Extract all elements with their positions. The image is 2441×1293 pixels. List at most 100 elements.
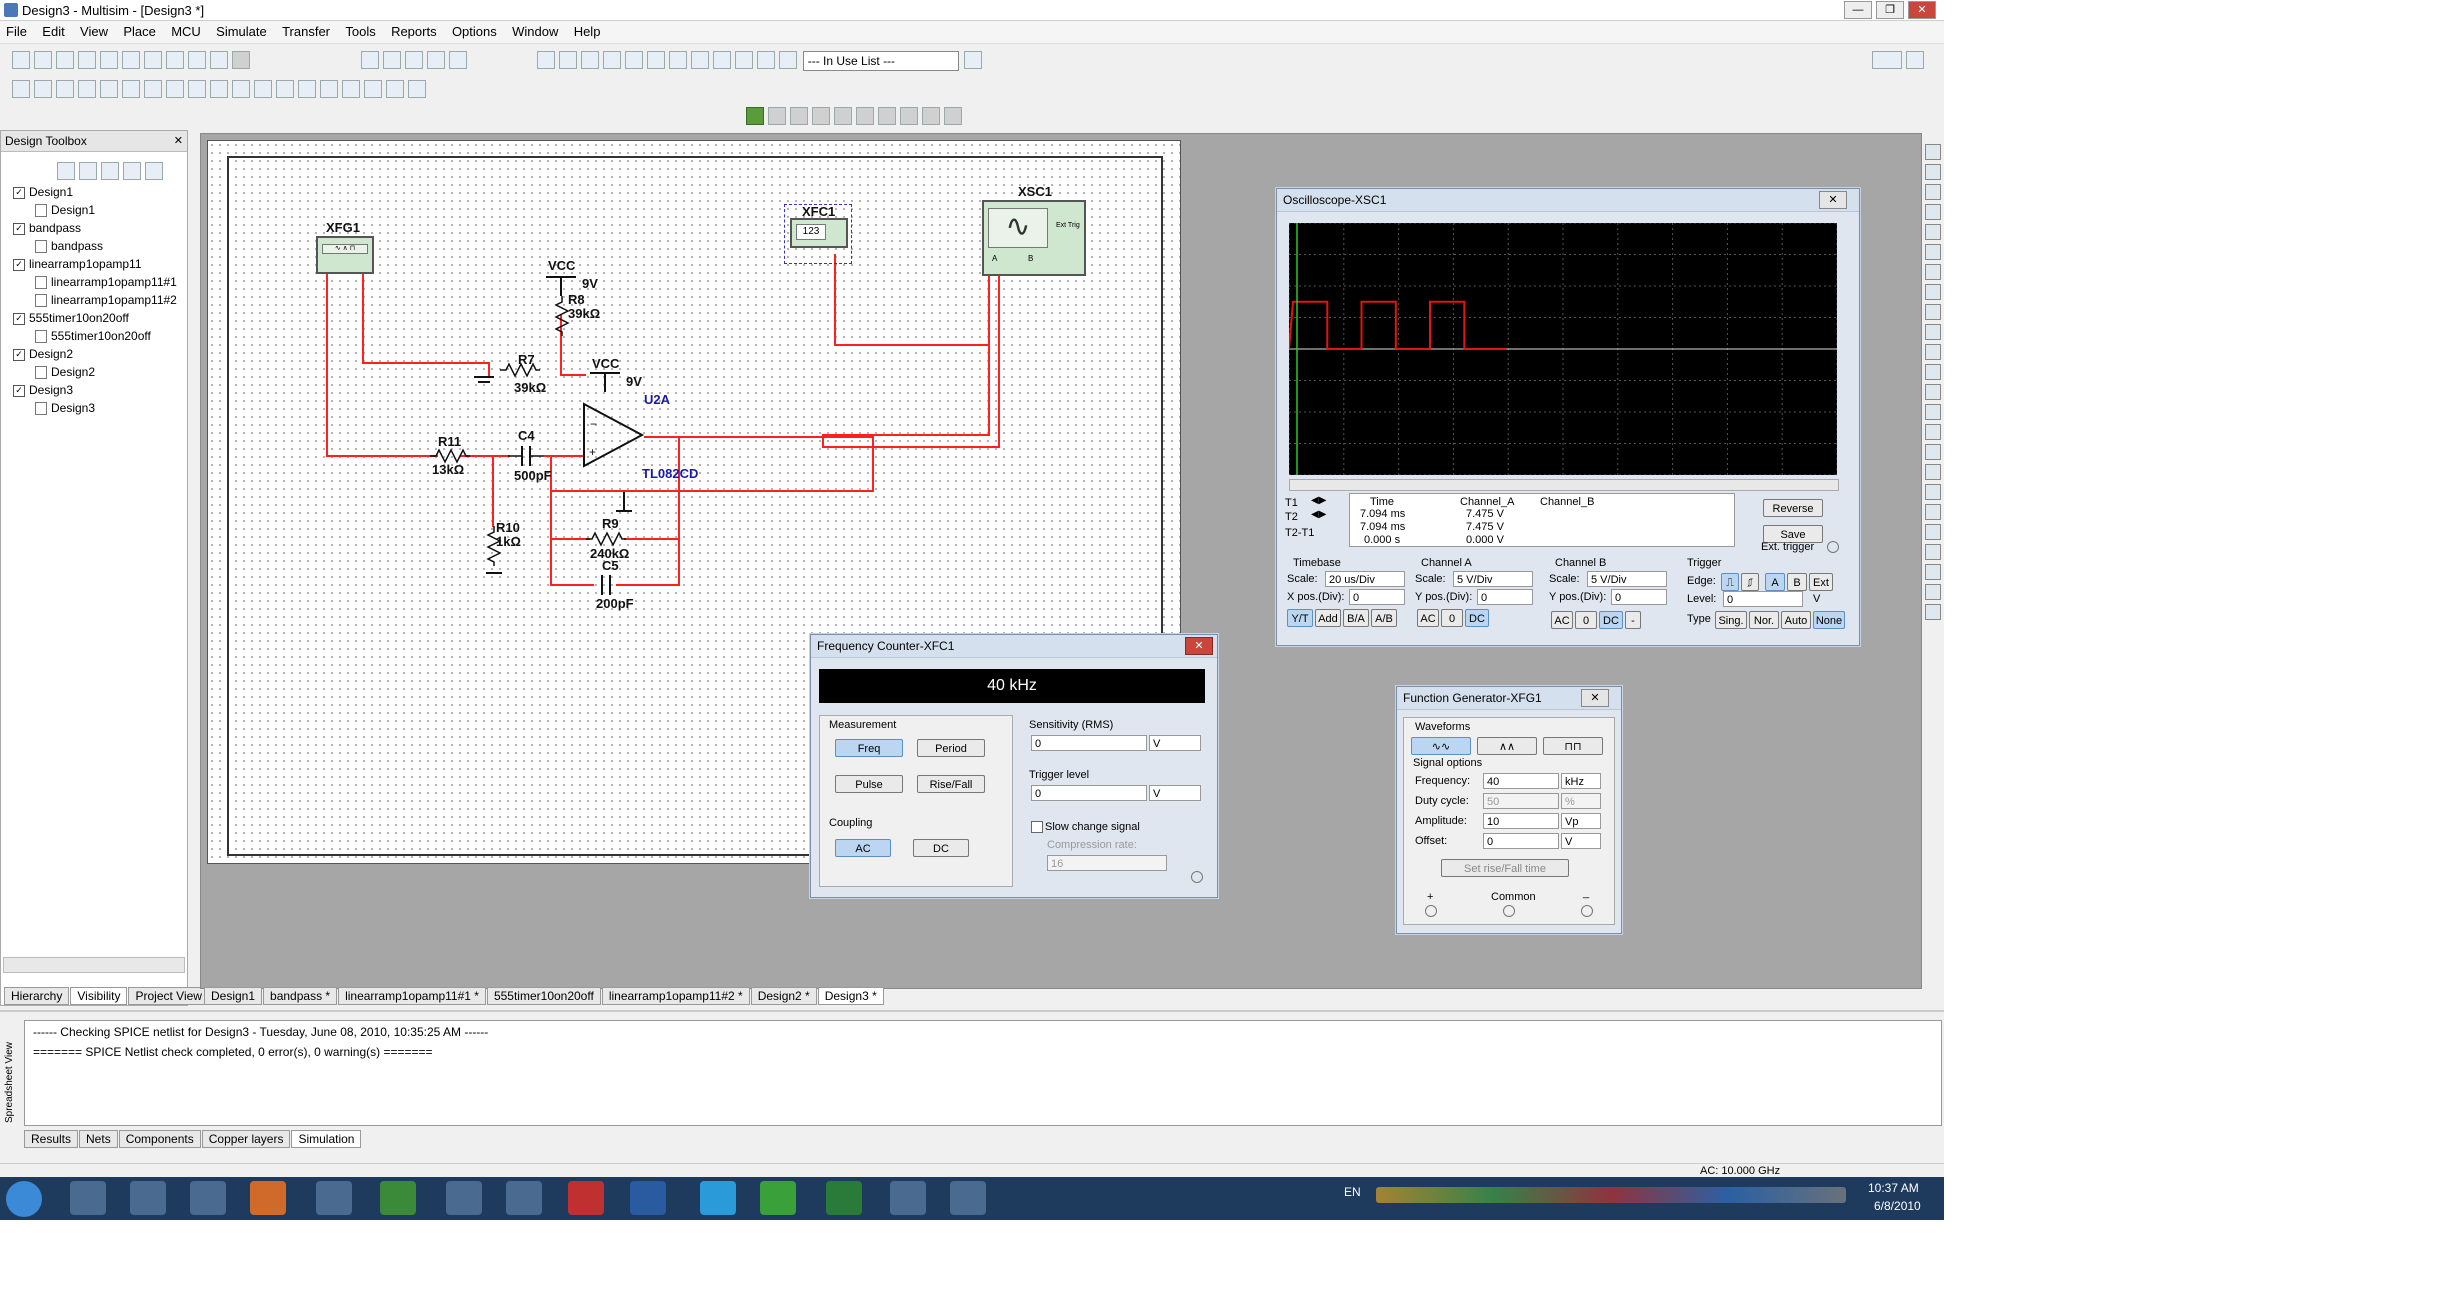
doc-tab-design2[interactable]: Design2 * [750, 987, 817, 1005]
zoom-in-icon[interactable] [382, 51, 401, 69]
rise-fall-button[interactable]: Rise/Fall [917, 775, 985, 793]
logic-converter-icon[interactable] [1925, 324, 1941, 340]
cmos-icon[interactable] [144, 80, 162, 98]
tree-item-linearramp[interactable]: ✓ linearramp1opamp11 [13, 257, 142, 271]
taskbar-acrobat-icon[interactable] [568, 1181, 604, 1215]
run-to-cursor-icon[interactable] [900, 107, 918, 125]
channel-a-ac-button[interactable]: AC [1417, 609, 1439, 627]
doc-tab-linearramp-1[interactable]: linearramp1opamp11#1 * [338, 987, 486, 1005]
frequency-unit[interactable]: kHz [1561, 773, 1601, 789]
taskbar-mail-icon[interactable] [130, 1181, 166, 1215]
taskbar-word-icon[interactable] [630, 1181, 666, 1215]
agilent-fg-icon[interactable] [1925, 424, 1941, 440]
common-terminal-icon[interactable] [1503, 905, 1515, 917]
mixed-icon[interactable] [210, 80, 228, 98]
channel-b-scale-field[interactable]: 5 V/Div [1587, 571, 1667, 587]
paste-icon[interactable] [188, 51, 206, 69]
ab-button[interactable]: A/B [1371, 609, 1397, 627]
wattmeter-icon[interactable] [1925, 184, 1941, 200]
electromechanical-icon[interactable] [320, 80, 338, 98]
menu-window[interactable]: Window [506, 21, 564, 42]
coupling-dc-button[interactable]: DC [913, 839, 969, 857]
yt-button[interactable]: Y/T [1287, 609, 1313, 627]
menu-view[interactable]: View [74, 21, 114, 42]
tree-item-design1[interactable]: ✓ Design1 [13, 185, 73, 199]
step-out-icon[interactable] [878, 107, 896, 125]
tree-item-bandpass[interactable]: ✓ bandpass [13, 221, 81, 235]
function-generator-icon[interactable] [1925, 164, 1941, 180]
bode-plotter-icon[interactable] [1925, 244, 1941, 260]
tab-visibility[interactable]: Visibility [70, 987, 128, 1005]
language-indicator[interactable]: EN [1344, 1185, 1361, 1199]
analog-icon[interactable] [100, 80, 118, 98]
transistor-icon[interactable] [78, 80, 96, 98]
reverse-button[interactable]: Reverse [1763, 499, 1823, 517]
probe-settings-icon[interactable] [1925, 604, 1941, 620]
new-design-icon[interactable] [57, 162, 75, 180]
t1-arrows-icon[interactable]: ◀▶ [1311, 495, 1326, 506]
grapher-icon[interactable] [559, 51, 578, 69]
coupling-ac-button[interactable]: AC [835, 839, 891, 857]
trigger-normal-button[interactable]: Nor. [1749, 611, 1779, 629]
triangle-wave-button[interactable]: ∧∧ [1477, 737, 1537, 755]
duty-cycle-field[interactable]: 50 [1483, 793, 1559, 809]
doc-tab-555timer[interactable]: 555timer10on20off [486, 987, 601, 1005]
menu-place[interactable]: Place [117, 21, 162, 42]
zoom-out-icon[interactable] [404, 51, 423, 69]
amplitude-field[interactable]: 10 [1483, 813, 1559, 829]
toggle-breakpoint-icon[interactable] [922, 107, 940, 125]
counter-terminal-icon[interactable] [1191, 871, 1203, 883]
tree-item-bandpass-sheet[interactable]: bandpass [35, 239, 103, 254]
close-button[interactable]: ✕ [1908, 1, 1936, 19]
menu-options[interactable]: Options [446, 21, 503, 42]
indicator-icon[interactable] [232, 80, 250, 98]
start-button-icon[interactable] [6, 1181, 42, 1217]
channel-a-ypos-field[interactable]: 0 [1477, 589, 1533, 605]
tree-item-design3-sheet[interactable]: Design3 [35, 401, 95, 416]
sine-wave-button[interactable]: ∿∿ [1411, 737, 1471, 755]
search-icon[interactable] [537, 51, 556, 69]
remove-breakpoints-icon[interactable] [944, 107, 962, 125]
taskbar-window-icon[interactable] [950, 1181, 986, 1215]
redo-icon[interactable] [232, 51, 250, 69]
trigger-ext-button[interactable]: Ext [1809, 573, 1833, 591]
menu-file[interactable]: File [0, 21, 33, 42]
taskbar-skype-icon[interactable] [700, 1181, 736, 1215]
taskbar-multisim-icon[interactable] [446, 1181, 482, 1215]
trigger-level-unit[interactable]: V [1149, 785, 1201, 801]
erc-icon[interactable] [691, 51, 710, 69]
network-analyzer-icon[interactable] [1925, 404, 1941, 420]
menu-reports[interactable]: Reports [385, 21, 443, 42]
in-use-list-dropdown[interactable]: --- In Use List --- [802, 51, 959, 71]
oscilloscope-icon[interactable] [1925, 204, 1941, 220]
doc-tab-design3[interactable]: Design3 * [817, 987, 884, 1005]
frequency-counter-icon[interactable] [1925, 264, 1941, 280]
function-generator-xfg1-icon[interactable]: ∿ ∧ ⊓ [316, 236, 374, 274]
channel-a-dc-button[interactable]: DC [1465, 609, 1489, 627]
agilent-mm-icon[interactable] [1925, 444, 1941, 460]
add-button[interactable]: Add [1315, 609, 1341, 627]
tree-item-linearramp-2[interactable]: linearramp1opamp11#2 [35, 293, 177, 308]
tree-item-linearramp-1[interactable]: linearramp1opamp11#1 [35, 275, 177, 290]
open-icon[interactable] [34, 51, 52, 69]
compression-select[interactable]: 16 [1047, 855, 1167, 871]
restore-button[interactable]: ❐ [1876, 1, 1904, 19]
taskbar-excel-icon[interactable] [826, 1181, 862, 1215]
minus-terminal-icon[interactable] [1581, 905, 1593, 917]
logic-analyzer-icon[interactable] [1925, 304, 1941, 320]
instruments-toggle-icon[interactable] [1872, 51, 1902, 69]
menu-transfer[interactable]: Transfer [276, 21, 336, 42]
print-preview-icon[interactable] [122, 51, 140, 69]
taskbar-firefox-icon[interactable] [250, 1181, 286, 1215]
save-icon[interactable] [78, 51, 96, 69]
trigger-none-button[interactable]: None [1813, 611, 1845, 629]
iv-analyzer-icon[interactable] [1925, 344, 1941, 360]
menu-tools[interactable]: Tools [339, 21, 381, 42]
doc-tab-bandpass[interactable]: bandpass * [263, 987, 338, 1005]
timebase-scale-field[interactable]: 20 us/Div [1325, 571, 1405, 587]
pulse-button[interactable]: Pulse [835, 775, 903, 793]
close-design-icon[interactable] [123, 162, 141, 180]
doc-tab-design1[interactable]: Design1 [204, 987, 263, 1005]
print-icon[interactable] [100, 51, 118, 69]
hierarchical-block-icon[interactable] [386, 80, 404, 98]
